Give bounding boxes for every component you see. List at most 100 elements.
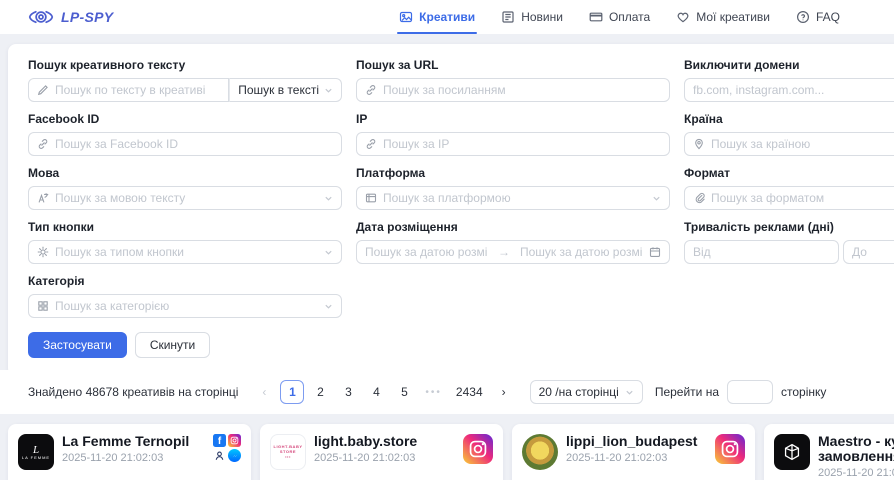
- creative-text-input[interactable]: [55, 83, 220, 97]
- creative-card[interactable]: Maestro - кухні, меблі на замовлення в У…: [764, 424, 894, 480]
- page-ellipsis[interactable]: •••: [420, 380, 447, 404]
- eye-logo-icon: [28, 9, 54, 25]
- search-mode-select[interactable]: Пошук в тексті: [229, 78, 342, 102]
- tab-payment[interactable]: Оплата: [589, 0, 650, 34]
- ip-input[interactable]: [383, 137, 661, 151]
- tab-label: Новини: [521, 10, 563, 24]
- creative-card[interactable]: lippi_lion_budapest 2025-11-20 21:02:03 …: [512, 424, 755, 480]
- placement-date-range[interactable]: Пошук за датою розміщення → Пошук за дат…: [356, 240, 670, 264]
- advertiser-name[interactable]: Maestro - кухні, меблі на замовлення в У…: [818, 434, 894, 464]
- page-4[interactable]: 4: [364, 380, 388, 404]
- language-placeholder: Пошук за мовою тексту: [55, 191, 318, 205]
- filter-panel: Пошук креативного тексту Пошук в тексті: [8, 44, 894, 376]
- chevron-down-icon: [324, 194, 333, 203]
- tab-creatives[interactable]: Креативи: [399, 0, 475, 34]
- field-label: Категорія: [28, 274, 342, 288]
- instagram-icon: [228, 434, 241, 447]
- advertiser-name[interactable]: La Femme Ternopil: [62, 434, 205, 449]
- pagination-bar: Знайдено 48678 креативів на сторінці ‹ 1…: [0, 370, 894, 414]
- platform-select[interactable]: Пошук за платформою: [356, 186, 670, 210]
- page-size-select[interactable]: 20 /на сторінці: [530, 380, 643, 404]
- field-language: Мова Пошук за мовою тексту: [28, 166, 342, 210]
- date-to-placeholder: Пошук за датою розміщення: [520, 245, 643, 259]
- reset-button[interactable]: Скинути: [135, 332, 210, 358]
- paperclip-icon: [693, 192, 705, 204]
- field-ip: IP: [356, 112, 670, 156]
- field-label: Формат: [684, 166, 894, 180]
- creative-text-input-wrap: [28, 78, 229, 102]
- field-label: Тривалість реклами (дні): [684, 220, 894, 234]
- field-creative-text: Пошук креативного тексту Пошук в тексті: [28, 58, 342, 102]
- creative-date: 2025-11-20 21:02:03: [566, 452, 707, 464]
- chevron-down-icon: [324, 86, 333, 95]
- advertiser-name[interactable]: lippi_lion_budapest: [566, 434, 707, 449]
- exclude-domains-input[interactable]: [693, 83, 894, 97]
- field-label: Виключити домени: [684, 58, 894, 72]
- facebook-id-input-wrap: [28, 132, 342, 156]
- pin-icon: [693, 138, 705, 150]
- country-input[interactable]: [711, 137, 894, 151]
- goto-suffix: сторінку: [781, 385, 826, 399]
- advertiser-avatar: L LA FEMME: [18, 434, 54, 470]
- advertiser-avatar: LIGHT.BABYSTORE•••: [270, 434, 306, 470]
- advertiser-name[interactable]: light.baby.store: [314, 434, 455, 449]
- tab-my-creatives[interactable]: Мої креативи: [676, 0, 770, 34]
- chevron-down-icon: [652, 194, 661, 203]
- page-5[interactable]: 5: [392, 380, 416, 404]
- main-nav: Креативи Новини Оплата: [399, 0, 840, 34]
- field-placement-date: Дата розміщення Пошук за датою розміщенн…: [356, 220, 670, 264]
- category-placeholder: Пошук за категорією: [55, 299, 318, 313]
- prev-page-button[interactable]: ‹: [252, 380, 276, 404]
- duration-from-input[interactable]: [693, 245, 830, 259]
- button-type-select[interactable]: Пошук за типом кнопки: [28, 240, 342, 264]
- audience-network-icon: [213, 449, 226, 462]
- ip-input-wrap: [356, 132, 670, 156]
- creative-date: 2025-11-20 21:02:03: [62, 452, 205, 464]
- facebook-icon: f: [213, 434, 226, 447]
- date-from-placeholder: Пошук за датою розміщення: [365, 245, 488, 259]
- page-3[interactable]: 3: [336, 380, 360, 404]
- chevron-down-icon: [324, 302, 333, 311]
- gear-icon: [37, 246, 49, 258]
- field-country: Країна: [684, 112, 894, 156]
- field-label: Платформа: [356, 166, 670, 180]
- question-icon: [796, 10, 810, 24]
- image-icon: [399, 10, 413, 24]
- category-select[interactable]: Пошук за категорією: [28, 294, 342, 318]
- duration-from-wrap: [684, 240, 839, 264]
- url-input[interactable]: [383, 83, 661, 97]
- platform-icon: [365, 192, 377, 204]
- advertiser-avatar: [522, 434, 558, 470]
- page-2[interactable]: 2: [308, 380, 332, 404]
- brand-logo[interactable]: LP-SPY: [28, 9, 113, 25]
- brand-name: LP-SPY: [61, 9, 113, 25]
- creative-card[interactable]: LIGHT.BABYSTORE••• light.baby.store 2025…: [260, 424, 503, 480]
- goto-page-input[interactable]: [727, 380, 773, 404]
- facebook-id-input[interactable]: [55, 137, 333, 151]
- language-select[interactable]: Пошук за мовою тексту: [28, 186, 342, 210]
- field-label: IP: [356, 112, 670, 126]
- page-size-value: 20 /на сторінці: [539, 385, 619, 399]
- field-label: Країна: [684, 112, 894, 126]
- button-type-placeholder: Пошук за типом кнопки: [55, 245, 318, 259]
- page-last[interactable]: 2434: [451, 380, 488, 404]
- link-icon: [365, 84, 377, 96]
- next-page-button[interactable]: ›: [492, 380, 516, 404]
- creatives-grid: L LA FEMME La Femme Ternopil 2025-11-20 …: [8, 424, 894, 480]
- field-label: Мова: [28, 166, 342, 180]
- apply-button[interactable]: Застосувати: [28, 332, 127, 358]
- messenger-icon: [228, 449, 241, 462]
- creative-date: 2025-11-20 21:02:03: [818, 467, 894, 479]
- tab-news[interactable]: Новини: [501, 0, 563, 34]
- creative-card[interactable]: L LA FEMME La Femme Ternopil 2025-11-20 …: [8, 424, 251, 480]
- page-1[interactable]: 1: [280, 380, 304, 404]
- platform-placeholder: Пошук за платформою: [383, 191, 646, 205]
- format-input[interactable]: [711, 191, 894, 205]
- field-url: Пошук за URL: [356, 58, 670, 102]
- search-mode-value: Пошук в тексті: [238, 83, 319, 97]
- duration-to-input[interactable]: [852, 245, 894, 259]
- tab-faq[interactable]: FAQ: [796, 0, 840, 34]
- arrow-right-icon: →: [494, 245, 514, 259]
- exclude-domains-input-wrap: [684, 78, 894, 102]
- field-label: Пошук креативного тексту: [28, 58, 342, 72]
